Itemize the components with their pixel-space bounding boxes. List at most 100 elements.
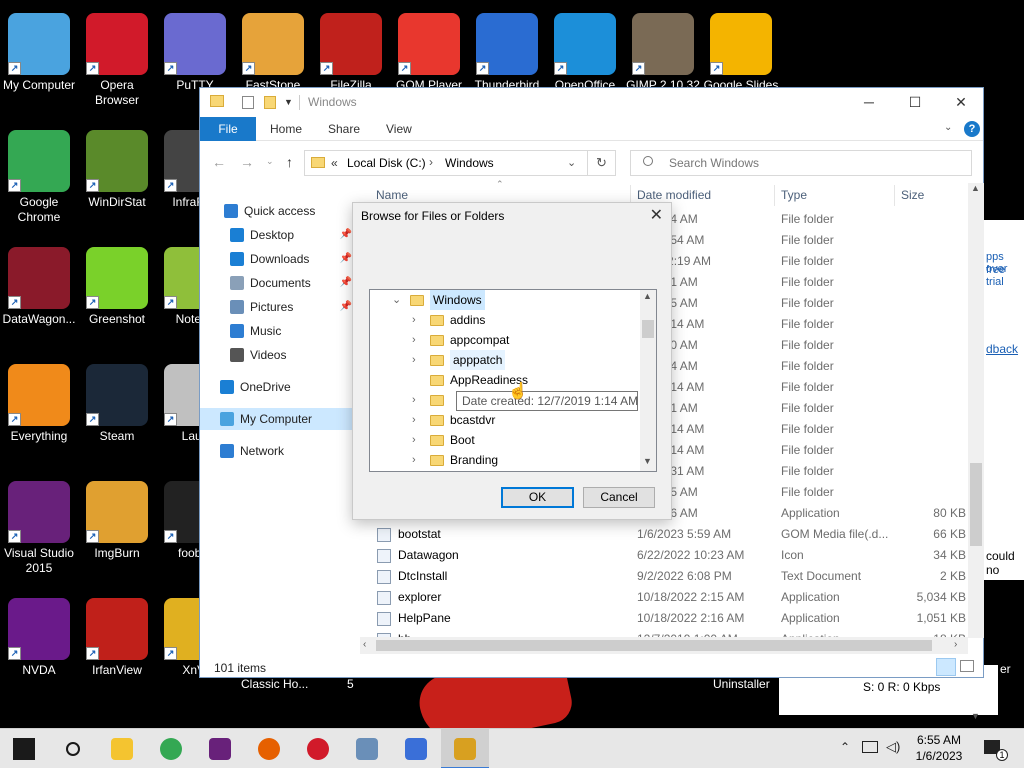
tab-home[interactable]: Home bbox=[256, 117, 316, 141]
chevron-right-icon[interactable]: › bbox=[412, 450, 422, 470]
chevron-right-icon[interactable]: › bbox=[412, 350, 422, 370]
nav-item[interactable]: My Computer bbox=[200, 408, 354, 430]
tree-item[interactable]: AppReadiness bbox=[370, 370, 640, 390]
tree-item[interactable]: › apppatch bbox=[370, 350, 640, 370]
taskbar-button[interactable] bbox=[0, 729, 48, 768]
desktop-shortcut[interactable]: ↗ Steam bbox=[78, 358, 156, 444]
taskbar-button[interactable] bbox=[343, 729, 391, 768]
tree-scrollbar[interactable]: ▲ ▼ bbox=[640, 290, 656, 471]
expand-ribbon-icon[interactable]: ⌄ bbox=[944, 122, 952, 133]
taskbar-button[interactable] bbox=[98, 729, 146, 768]
tree-item[interactable]: › appcompat bbox=[370, 330, 640, 350]
scroll-thumb[interactable] bbox=[970, 463, 982, 546]
clock[interactable]: 6:55 AM 1/6/2023 bbox=[904, 732, 974, 764]
tree-item[interactable]: › addins bbox=[370, 310, 640, 330]
nav-item[interactable]: Network bbox=[200, 440, 354, 462]
desktop-shortcut[interactable]: ↗ FastStone bbox=[234, 7, 312, 93]
desktop-shortcut[interactable]: ↗ FileZilla bbox=[312, 7, 390, 93]
desktop-shortcut[interactable]: ↗ GOM Player bbox=[390, 7, 468, 93]
address-dropdown-icon[interactable]: ⌄ bbox=[567, 156, 576, 169]
quick-access-dropdown-icon[interactable]: ▼ bbox=[284, 97, 293, 114]
large-icons-view-icon[interactable] bbox=[960, 660, 974, 672]
chevron-right-icon[interactable]: › bbox=[412, 390, 422, 410]
show-hidden-icons[interactable]: ⌃ bbox=[840, 740, 850, 754]
desktop-shortcut[interactable]: ↗ Thunderbird bbox=[468, 7, 546, 93]
desktop-shortcut[interactable]: ↗ Visual Studio 2015 bbox=[0, 475, 78, 576]
properties-icon[interactable] bbox=[242, 96, 254, 109]
nav-item[interactable]: Desktop 📌 bbox=[200, 224, 354, 246]
scroll-down-icon[interactable]: ▼ bbox=[643, 456, 652, 466]
maximize-button[interactable]: ☐ bbox=[892, 88, 938, 117]
search-box[interactable]: Search Windows bbox=[630, 150, 972, 176]
scroll-down-icon[interactable]: ▼ bbox=[971, 711, 980, 721]
desktop-shortcut[interactable]: ↗ PuTTY bbox=[156, 7, 234, 93]
tab-file[interactable]: File bbox=[200, 117, 256, 141]
nav-item[interactable]: Music bbox=[200, 320, 354, 342]
nav-item[interactable]: OneDrive bbox=[200, 376, 354, 398]
chevron-right-icon[interactable]: › bbox=[412, 330, 422, 350]
taskbar-button[interactable] bbox=[245, 729, 293, 768]
horizontal-scrollbar[interactable]: ‹ › bbox=[360, 637, 968, 654]
ok-button[interactable]: OK bbox=[501, 487, 574, 508]
desktop-shortcut[interactable]: ↗ Google Chrome bbox=[0, 124, 78, 225]
nav-item[interactable]: Videos bbox=[200, 344, 354, 366]
desktop-shortcut[interactable]: ↗ GIMP 2.10.32 bbox=[624, 7, 702, 93]
recent-locations-icon[interactable]: ⌄ bbox=[266, 156, 274, 167]
desktop-shortcut[interactable]: ↗ NVDA bbox=[0, 592, 78, 678]
nav-item[interactable]: Pictures 📌 bbox=[200, 296, 354, 318]
desktop-shortcut[interactable]: ↗ OpenOffice bbox=[546, 7, 624, 93]
breadcrumb-local-disk[interactable]: Local Disk (C:) bbox=[347, 156, 426, 170]
desktop-shortcut[interactable]: ↗ DataWagon... bbox=[0, 241, 78, 327]
taskbar-button[interactable] bbox=[147, 729, 195, 768]
nav-item[interactable]: Downloads 📌 bbox=[200, 248, 354, 270]
minimize-button[interactable]: ─ bbox=[846, 88, 892, 117]
scroll-up-icon[interactable]: ▲ bbox=[971, 183, 980, 193]
tree-item[interactable]: › Branding bbox=[370, 450, 640, 470]
taskbar-button[interactable] bbox=[392, 729, 440, 768]
desktop-shortcut[interactable]: ↗ My Computer bbox=[0, 7, 78, 93]
dialog-close-icon[interactable]: ✕ bbox=[650, 205, 663, 225]
title-bar[interactable]: ▼ Windows ─ ☐ ✕ bbox=[200, 88, 983, 117]
volume-icon[interactable]: ◁) bbox=[886, 739, 900, 755]
close-button[interactable]: ✕ bbox=[938, 88, 984, 117]
forward-button[interactable]: → bbox=[240, 154, 254, 170]
nav-item[interactable]: Documents 📌 bbox=[200, 272, 354, 294]
up-button[interactable]: ↑ bbox=[286, 154, 293, 170]
column-header-size[interactable]: Size bbox=[901, 188, 924, 206]
chevron-right-icon[interactable]: › bbox=[412, 410, 422, 430]
address-bar[interactable]: « Local Disk (C:) › Windows ⌄ ↻ bbox=[304, 150, 616, 176]
taskbar-button[interactable] bbox=[196, 729, 244, 768]
vertical-scrollbar[interactable]: ▲ ▼ bbox=[968, 183, 984, 721]
desktop-shortcut[interactable]: ↗ WinDirStat bbox=[78, 124, 156, 210]
scroll-thumb[interactable] bbox=[642, 320, 654, 338]
desktop-shortcut[interactable]: ↗ IrfanView bbox=[78, 592, 156, 678]
breadcrumb-windows[interactable]: Windows bbox=[445, 156, 494, 170]
chevron-right-icon[interactable]: › bbox=[412, 430, 422, 450]
taskbar-button[interactable] bbox=[49, 729, 97, 768]
help-icon[interactable]: ? bbox=[964, 121, 980, 137]
back-button[interactable]: ← bbox=[212, 154, 226, 170]
desktop-shortcut[interactable]: ↗ Everything bbox=[0, 358, 78, 444]
chevron-right-icon[interactable]: › bbox=[412, 310, 422, 330]
desktop-shortcut[interactable]: ↗ Google Slides bbox=[702, 7, 780, 93]
taskbar-button[interactable] bbox=[294, 729, 342, 768]
tree-item[interactable]: ⌄ Windows bbox=[370, 290, 640, 310]
scroll-up-icon[interactable]: ▲ bbox=[643, 291, 652, 301]
chevron-down-icon[interactable]: ⌄ bbox=[392, 290, 402, 310]
desktop-shortcut[interactable]: ↗ Opera Browser bbox=[78, 7, 156, 108]
details-view-icon[interactable] bbox=[936, 658, 956, 676]
desktop-shortcut[interactable]: ↗ ImgBurn bbox=[78, 475, 156, 561]
taskbar-button[interactable] bbox=[441, 729, 489, 768]
network-status-icon[interactable] bbox=[862, 741, 878, 753]
scroll-thumb[interactable] bbox=[376, 640, 932, 651]
column-header-type[interactable]: Type bbox=[781, 188, 807, 206]
tab-share[interactable]: Share bbox=[314, 117, 374, 141]
tree-item[interactable]: › Boot bbox=[370, 430, 640, 450]
nav-item[interactable]: Quick access bbox=[200, 200, 354, 222]
desktop-shortcut[interactable]: ↗ Greenshot bbox=[78, 241, 156, 327]
tab-view[interactable]: View bbox=[372, 117, 426, 141]
scroll-left-icon[interactable]: ‹ bbox=[363, 639, 366, 650]
refresh-button[interactable]: ↻ bbox=[587, 151, 615, 175]
scroll-right-icon[interactable]: › bbox=[954, 639, 957, 650]
tree-item[interactable]: › bcastdvr bbox=[370, 410, 640, 430]
